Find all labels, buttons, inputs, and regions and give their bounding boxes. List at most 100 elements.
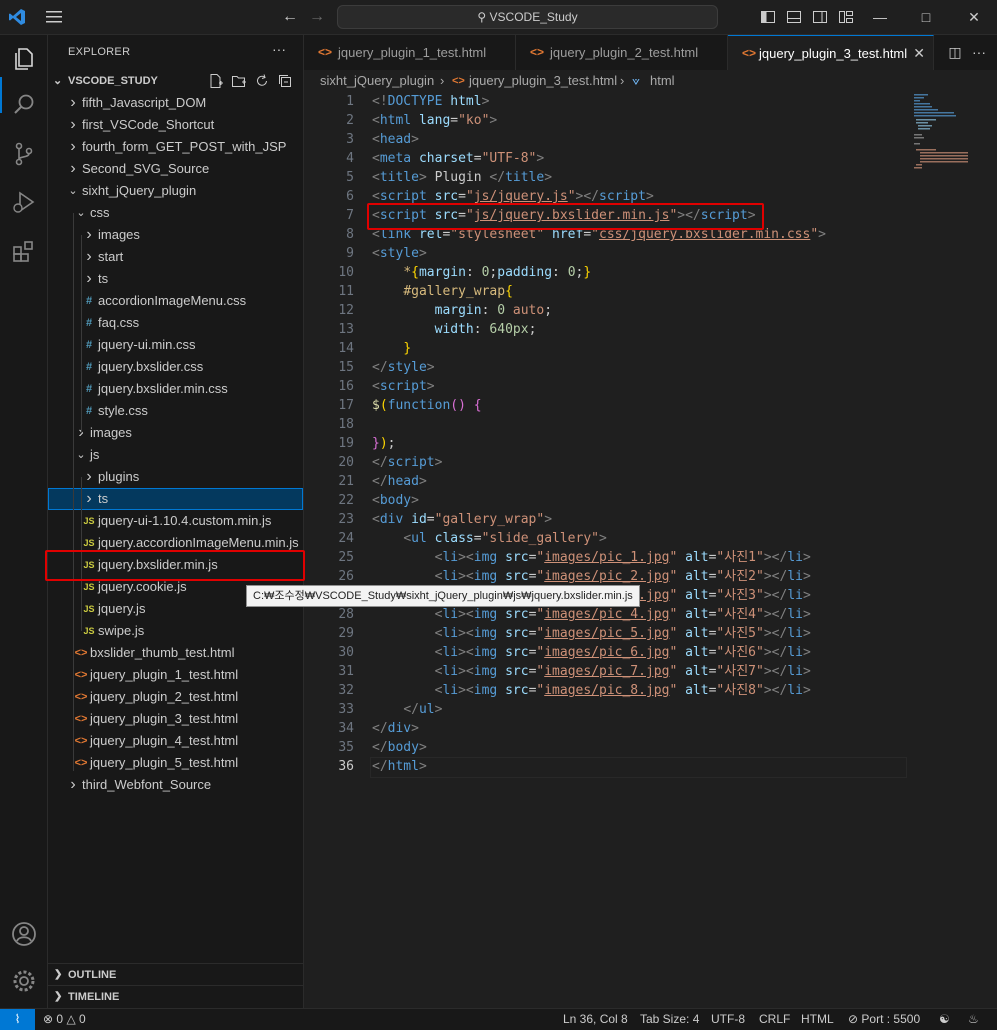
source-control-icon[interactable] [10, 140, 38, 168]
remote-indicator-icon[interactable]: ⌇ [0, 1009, 35, 1030]
outline-section[interactable]: ❯ OUTLINE [48, 963, 303, 986]
code-line[interactable]: <title> Plugin </title> [372, 168, 552, 187]
tab-size[interactable]: Tab Size: 4 [640, 1009, 699, 1030]
arrow-left-icon[interactable]: ← [282, 8, 298, 26]
toggle-secondary-sidebar-icon[interactable] [812, 9, 828, 25]
tree-folder[interactable]: › first_VSCode_Shortcut [48, 114, 303, 136]
tree-folder[interactable]: › ts [48, 488, 303, 510]
tree-folder[interactable]: › ts [48, 268, 303, 290]
code-line[interactable]: } [372, 339, 411, 358]
extensions-icon[interactable] [10, 237, 38, 265]
tree-folder[interactable]: › plugins [48, 466, 303, 488]
arrow-right-icon[interactable]: → [309, 8, 325, 26]
tree-file[interactable]: # jquery-ui.min.css [48, 334, 303, 356]
more-actions-icon[interactable]: ··· [272, 41, 286, 57]
code-line[interactable]: }); [372, 434, 395, 453]
tree-file[interactable]: <> jquery_plugin_2_test.html [48, 686, 303, 708]
tree-file[interactable]: <> jquery_plugin_1_test.html [48, 664, 303, 686]
minimap[interactable] [910, 92, 980, 172]
breadcrumb-symbol[interactable]: html [650, 70, 675, 92]
code-line[interactable]: <html lang="ko"> [372, 111, 497, 130]
feedback-icon[interactable]: ☯ [939, 1009, 950, 1030]
code-line[interactable]: </ul> [372, 700, 442, 719]
command-center-search[interactable]: ⚲ VSCODE_Study [337, 5, 718, 29]
code-line[interactable]: <div id="gallery_wrap"> [372, 510, 552, 529]
accounts-icon[interactable] [10, 920, 38, 948]
language-mode[interactable]: HTML [801, 1009, 834, 1030]
tree-file[interactable]: <> bxslider_thumb_test.html [48, 642, 303, 664]
vscode-logo-icon[interactable] [8, 8, 26, 26]
code-line[interactable]: <head> [372, 130, 419, 149]
toggle-primary-sidebar-icon[interactable] [760, 9, 776, 25]
code-line[interactable]: width: 640px; [372, 320, 537, 339]
tree-folder[interactable]: ›images [48, 224, 303, 246]
tree-file[interactable]: # jquery.bxslider.min.css [48, 378, 303, 400]
collapse-all-icon[interactable] [277, 73, 293, 89]
code-line[interactable]: </html> [372, 757, 427, 776]
cursor-position[interactable]: Ln 36, Col 8 [563, 1009, 628, 1030]
maximize-button[interactable]: □ [903, 6, 949, 28]
tree-file[interactable]: JS swipe.js [48, 620, 303, 642]
code-line[interactable]: <meta charset="UTF-8"> [372, 149, 544, 168]
tree-folder[interactable]: › start [48, 246, 303, 268]
tree-file[interactable]: JS jquery-ui-1.10.4.custom.min.js [48, 510, 303, 532]
customize-layout-icon[interactable] [838, 9, 854, 25]
code-line[interactable]: <script> [372, 377, 435, 396]
breadcrumb-file[interactable]: jquery_plugin_3_test.html [469, 70, 617, 92]
search-icon[interactable] [10, 91, 38, 119]
code-line[interactable]: </body> [372, 738, 427, 757]
explorer-files-icon[interactable] [10, 45, 38, 73]
timeline-section[interactable]: ❯ TIMELINE [48, 985, 303, 1008]
code-line[interactable]: #gallery_wrap{ [372, 282, 513, 301]
code-line[interactable]: $(function() { [372, 396, 482, 415]
run-and-debug-icon[interactable] [10, 188, 38, 216]
breadcrumb-folder[interactable]: sixht_jQuery_plugin [320, 70, 434, 92]
live-server-port[interactable]: ⊘ Port : 5500 [848, 1009, 920, 1030]
code-line[interactable]: <li><img src="images/pic_6.jpg" alt="사진6… [372, 643, 811, 662]
new-folder-icon[interactable] [231, 73, 247, 89]
code-line[interactable]: <ul class="slide_gallery"> [372, 529, 607, 548]
code-line[interactable]: </head> [372, 472, 427, 491]
tree-folder[interactable]: › Second_SVG_Source [48, 158, 303, 180]
code-line[interactable]: </script> [372, 453, 442, 472]
hamburger-menu-icon[interactable] [45, 9, 63, 25]
tree-file[interactable]: <> jquery_plugin_5_test.html [48, 752, 303, 774]
problems-indicator[interactable]: ⊗ 0 △ 0 [43, 1009, 86, 1030]
code-line[interactable]: <li><img src="images/pic_1.jpg" alt="사진1… [372, 548, 811, 567]
tab-jquery-plugin-2[interactable]: <> jquery_plugin_2_test.html [516, 35, 728, 70]
tree-file[interactable]: <> jquery_plugin_3_test.html [48, 708, 303, 730]
code-line[interactable]: margin: 0 auto; [372, 301, 552, 320]
close-window-button[interactable]: ✕ [951, 6, 997, 28]
code-line[interactable]: <style> [372, 244, 427, 263]
encoding[interactable]: UTF-8 [711, 1009, 745, 1030]
tree-file[interactable]: # accordionImageMenu.css [48, 290, 303, 312]
code-line[interactable]: <body> [372, 491, 419, 510]
tree-file[interactable]: # style.css [48, 400, 303, 422]
close-tab-icon[interactable]: ✕ [913, 36, 925, 71]
more-actions-icon[interactable]: ··· [967, 35, 991, 70]
end-of-line[interactable]: CRLF [759, 1009, 790, 1030]
tab-jquery-plugin-1[interactable]: <> jquery_plugin_1_test.html [304, 35, 516, 70]
tree-folder[interactable]: ⌄ css [48, 202, 303, 224]
minimize-button[interactable]: — [857, 6, 903, 28]
tree-folder[interactable]: › fifth_Javascript_DOM [48, 92, 303, 114]
code-line[interactable]: <li><img src="images/pic_8.jpg" alt="사진8… [372, 681, 811, 700]
code-line[interactable]: <li><img src="images/pic_5.jpg" alt="사진5… [372, 624, 811, 643]
refresh-icon[interactable] [254, 73, 270, 89]
code-line[interactable]: </style> [372, 358, 435, 377]
split-editor-icon[interactable]: ◫ [943, 35, 967, 70]
tree-folder[interactable]: ⌄ js [48, 444, 303, 466]
tree-folder[interactable]: ›images [48, 422, 303, 444]
code-line[interactable]: <li><img src="images/pic_4.jpg" alt="사진4… [372, 605, 811, 624]
manage-gear-icon[interactable] [10, 967, 38, 995]
code-line[interactable]: <li><img src="images/pic_7.jpg" alt="사진7… [372, 662, 811, 681]
code-line[interactable]: </div> [372, 719, 419, 738]
code-line[interactable]: *{margin: 0;padding: 0;} [372, 263, 591, 282]
tab-jquery-plugin-3[interactable]: <> jquery_plugin_3_test.html ✕ [728, 35, 934, 72]
tree-folder[interactable]: ⌄ sixht_jQuery_plugin [48, 180, 303, 202]
workspace-root[interactable]: ⌄ VSCODE_STUDY [48, 70, 303, 92]
tree-folder[interactable]: › third_Webfont_Source [48, 774, 303, 796]
new-file-icon[interactable] [208, 73, 224, 89]
toggle-panel-icon[interactable] [786, 9, 802, 25]
tree-folder[interactable]: › fourth_form_GET_POST_with_JSP [48, 136, 303, 158]
